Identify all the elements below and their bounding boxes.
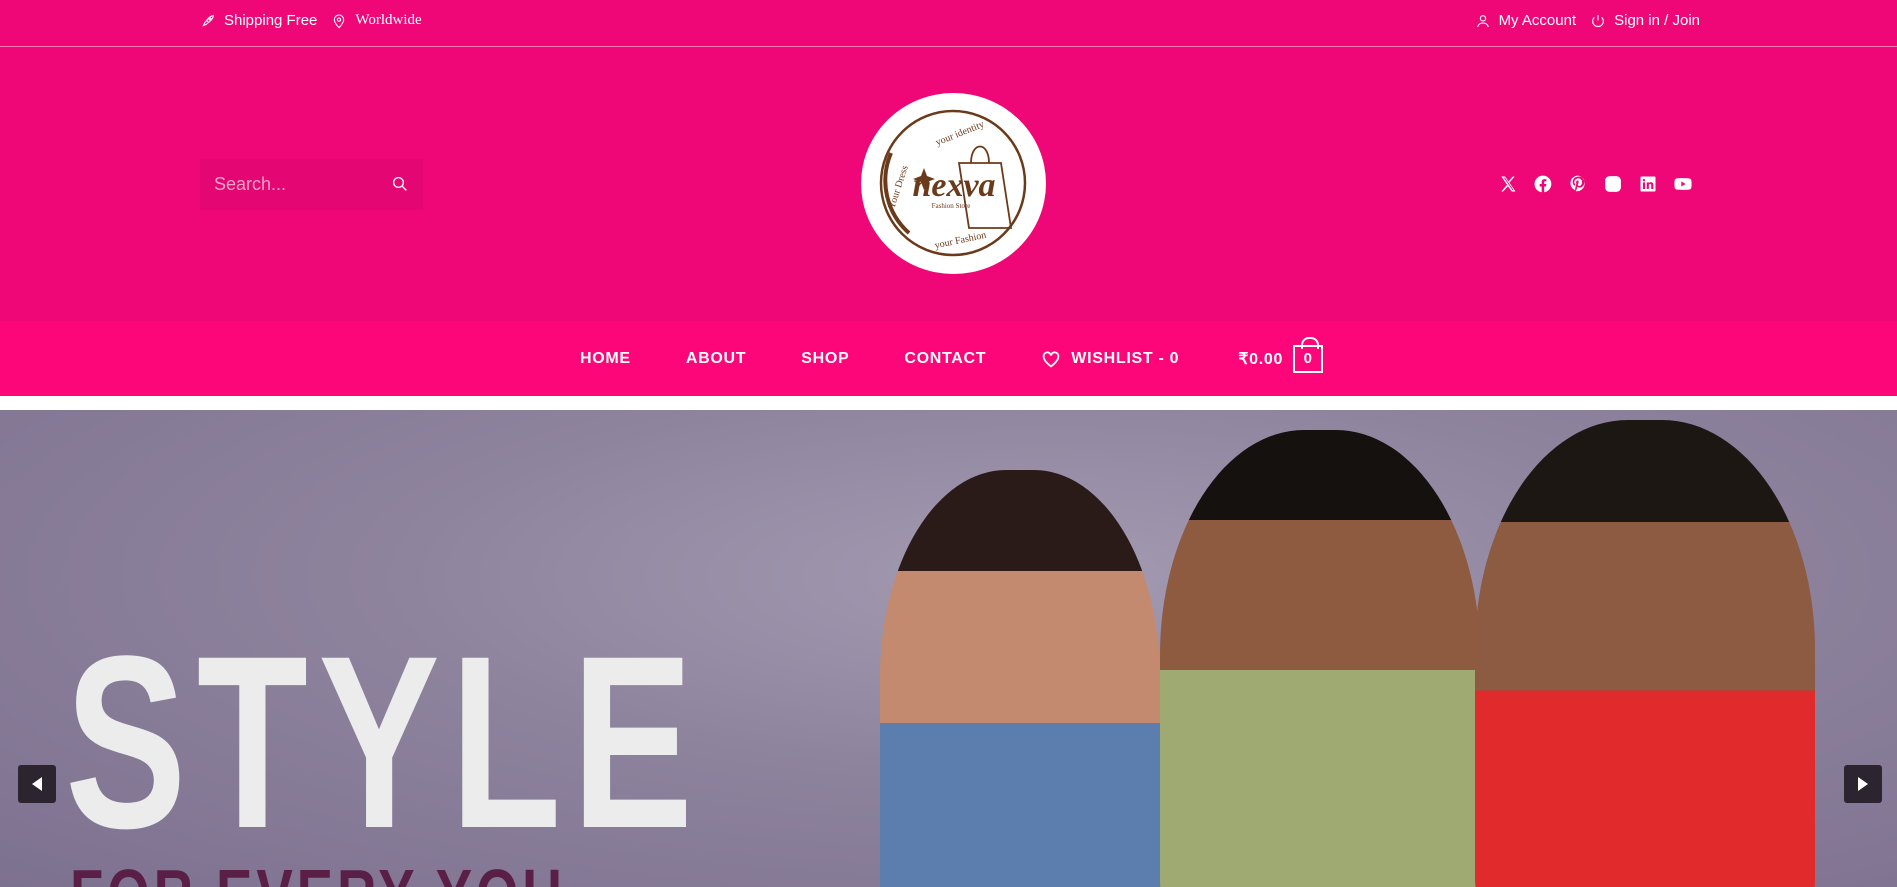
logo-brand: nexva xyxy=(912,167,995,204)
hero-model-boy-red xyxy=(1475,420,1815,887)
site-logo[interactable]: nexva Fashion Store your identity Your D… xyxy=(861,93,1046,274)
facebook-icon[interactable] xyxy=(1525,173,1560,195)
cart-count-badge: 0 xyxy=(1293,336,1324,373)
my-account-link[interactable]: My Account xyxy=(1475,12,1577,29)
nav-home-label: HOME xyxy=(580,349,631,367)
logo-mark: nexva Fashion Store your identity Your D… xyxy=(879,109,1027,257)
power-icon xyxy=(1592,14,1604,27)
user-icon xyxy=(1476,14,1489,27)
search-icon[interactable] xyxy=(391,175,409,193)
map-pin-icon xyxy=(334,14,345,28)
search-input[interactable] xyxy=(214,174,384,195)
nav-shop-label: SHOP xyxy=(801,349,850,367)
site-header: nexva Fashion Store your identity Your D… xyxy=(0,47,1897,321)
nav-home[interactable]: HOME xyxy=(580,350,631,368)
logo-tagline: Fashion Store xyxy=(932,202,971,210)
main-nav: HOME ABOUT SHOP CONTACT WISHLIST - 0 ₹0.… xyxy=(0,321,1897,396)
my-account-label: My Account xyxy=(1498,12,1577,29)
shipping-label: Shipping Free xyxy=(224,12,318,29)
arrow-left-icon xyxy=(32,777,42,791)
rocket-icon xyxy=(202,14,214,27)
social-links xyxy=(1490,173,1700,195)
logo-arc-bottom: your Fashion xyxy=(934,230,988,252)
search-form xyxy=(200,159,423,210)
location-info: Worldwide xyxy=(331,12,422,29)
top-bar: Shipping Free Worldwide My Account Sign … xyxy=(0,0,1897,47)
youtube-icon[interactable] xyxy=(1665,173,1700,195)
cart-total: ₹0.00 xyxy=(1238,350,1284,368)
nav-about[interactable]: ABOUT xyxy=(686,350,746,368)
slider-next-button[interactable] xyxy=(1844,765,1882,803)
hero-model-girl xyxy=(880,470,1160,887)
pinterest-icon[interactable] xyxy=(1560,173,1595,195)
linkedin-icon[interactable] xyxy=(1630,173,1665,195)
heart-icon xyxy=(1043,350,1060,367)
logo-arc-left: Your Dress xyxy=(886,164,910,210)
nav-contact-label: CONTACT xyxy=(904,349,987,367)
divider xyxy=(0,396,1897,410)
nav-about-label: ABOUT xyxy=(685,349,747,367)
x-icon[interactable] xyxy=(1490,173,1525,195)
nav-shop[interactable]: SHOP xyxy=(801,350,849,368)
slider-prev-button[interactable] xyxy=(18,765,56,803)
nav-cart[interactable]: ₹0.00 0 xyxy=(1238,336,1324,373)
hero-slider: STYLE FOR EVERY YOU xyxy=(0,410,1897,887)
arrow-right-icon xyxy=(1858,777,1868,791)
location-label: Worldwide xyxy=(355,12,422,28)
sign-in-label: Sign in / Join xyxy=(1614,12,1700,29)
instagram-icon[interactable] xyxy=(1595,173,1630,195)
shipping-info: Shipping Free xyxy=(200,12,317,29)
hero-subtitle: FOR EVERY YOU xyxy=(70,859,566,887)
nav-contact[interactable]: CONTACT xyxy=(904,350,986,368)
sign-in-link[interactable]: Sign in / Join xyxy=(1590,12,1700,29)
hero-title: STYLE xyxy=(65,605,704,880)
hero-model-boy-green xyxy=(1160,430,1480,887)
nav-wishlist[interactable]: WISHLIST - 0 xyxy=(1041,350,1179,368)
logo-arc-top: your identity xyxy=(934,119,986,148)
wishlist-label: WISHLIST - 0 xyxy=(1071,349,1180,367)
cart-count: 0 xyxy=(1303,350,1313,367)
